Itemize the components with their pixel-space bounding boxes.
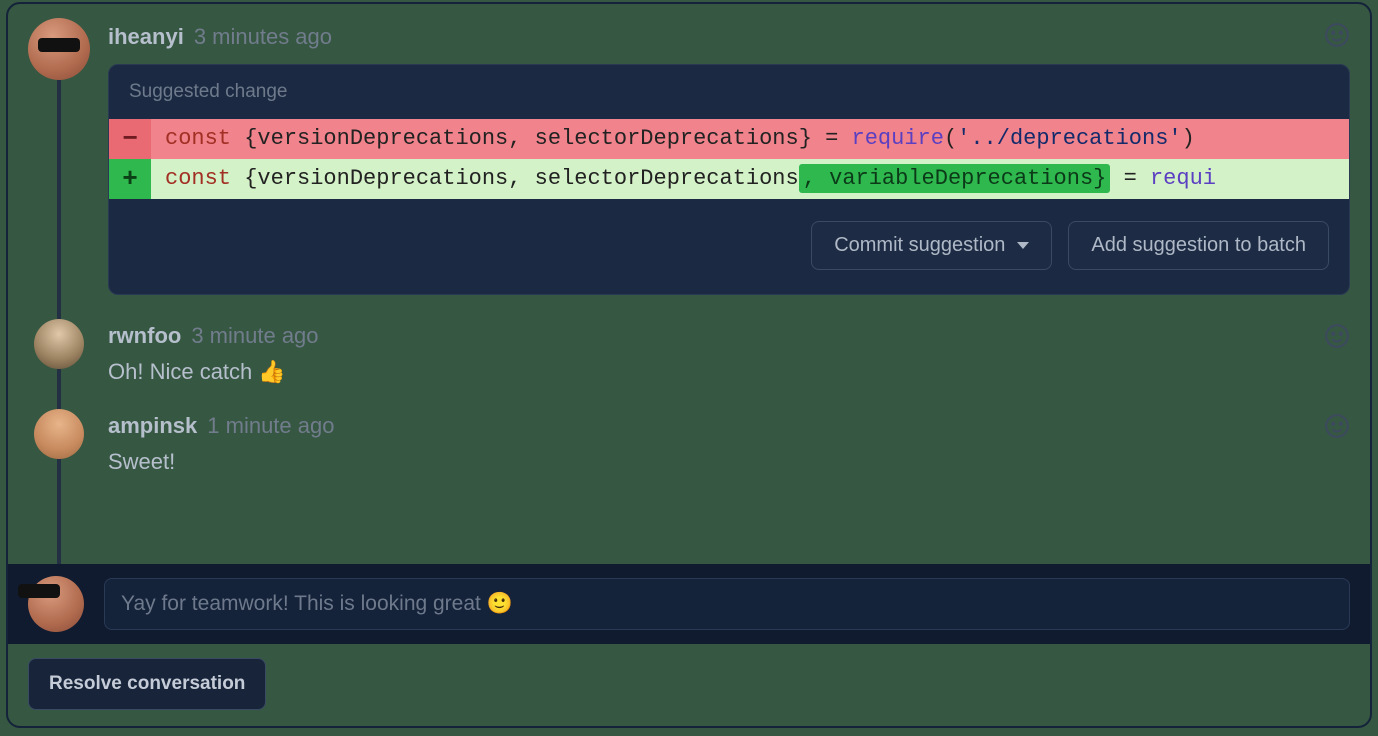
reply-bar: Yay for teamwork! This is looking great … [8, 564, 1370, 644]
username[interactable]: ampinsk [108, 413, 197, 439]
suggestion-box: Suggested change − const {versionDepreca… [108, 64, 1350, 295]
diff-code: const {versionDeprecations, selectorDepr… [151, 159, 1349, 199]
timestamp: 3 minute ago [191, 323, 318, 349]
add-suggestion-to-batch-button[interactable]: Add suggestion to batch [1068, 221, 1329, 270]
avatar[interactable] [34, 409, 84, 459]
chevron-down-icon [1017, 242, 1029, 249]
avatar[interactable] [34, 319, 84, 369]
thumbs-up-emoji: 👍 [258, 359, 285, 384]
diff-gutter-minus: − [109, 119, 151, 159]
diff-removed-line: − const {versionDeprecations, selectorDe… [109, 119, 1349, 159]
avatar[interactable] [28, 576, 84, 632]
button-label: Add suggestion to batch [1091, 234, 1306, 257]
diff-added-highlight: , variableDeprecations} [799, 164, 1111, 193]
add-reaction-icon[interactable] [1324, 22, 1350, 48]
footer: Resolve conversation [8, 644, 1370, 726]
diff-gutter-plus: + [109, 159, 151, 199]
timestamp: 3 minutes ago [194, 24, 332, 50]
username[interactable]: rwnfoo [108, 323, 181, 349]
comment-header: iheanyi 3 minutes ago [108, 24, 1350, 50]
reply-placeholder: Yay for teamwork! This is looking great … [121, 592, 513, 616]
avatar[interactable] [28, 18, 90, 80]
button-label: Commit suggestion [834, 234, 1005, 257]
commit-suggestion-button[interactable]: Commit suggestion [811, 221, 1052, 270]
diff-code: const {versionDeprecations, selectorDepr… [151, 119, 1349, 159]
comment-header: ampinsk 1 minute ago [108, 413, 1350, 439]
timestamp: 1 minute ago [207, 413, 334, 439]
comment: iheanyi 3 minutes ago Suggested change −… [8, 4, 1370, 305]
suggestion-header: Suggested change [109, 65, 1349, 119]
reply-input[interactable]: Yay for teamwork! This is looking great … [104, 578, 1350, 630]
suggestion-actions: Commit suggestion Add suggestion to batc… [109, 199, 1349, 294]
comment: rwnfoo 3 minute ago Oh! Nice catch 👍 [8, 305, 1370, 395]
add-reaction-icon[interactable] [1324, 323, 1350, 349]
add-reaction-icon[interactable] [1324, 413, 1350, 439]
username[interactable]: iheanyi [108, 24, 184, 50]
comment-body: Oh! Nice catch 👍 [108, 359, 1350, 385]
comment-header: rwnfoo 3 minute ago [108, 323, 1350, 349]
comment: ampinsk 1 minute ago Sweet! [8, 395, 1370, 485]
diff: − const {versionDeprecations, selectorDe… [109, 119, 1349, 199]
thread-area: iheanyi 3 minutes ago Suggested change −… [8, 4, 1370, 726]
resolve-conversation-button[interactable]: Resolve conversation [28, 658, 266, 710]
diff-added-line: + const {versionDeprecations, selectorDe… [109, 159, 1349, 199]
conversation-panel: iheanyi 3 minutes ago Suggested change −… [6, 2, 1372, 728]
comment-body: Sweet! [108, 449, 1350, 475]
